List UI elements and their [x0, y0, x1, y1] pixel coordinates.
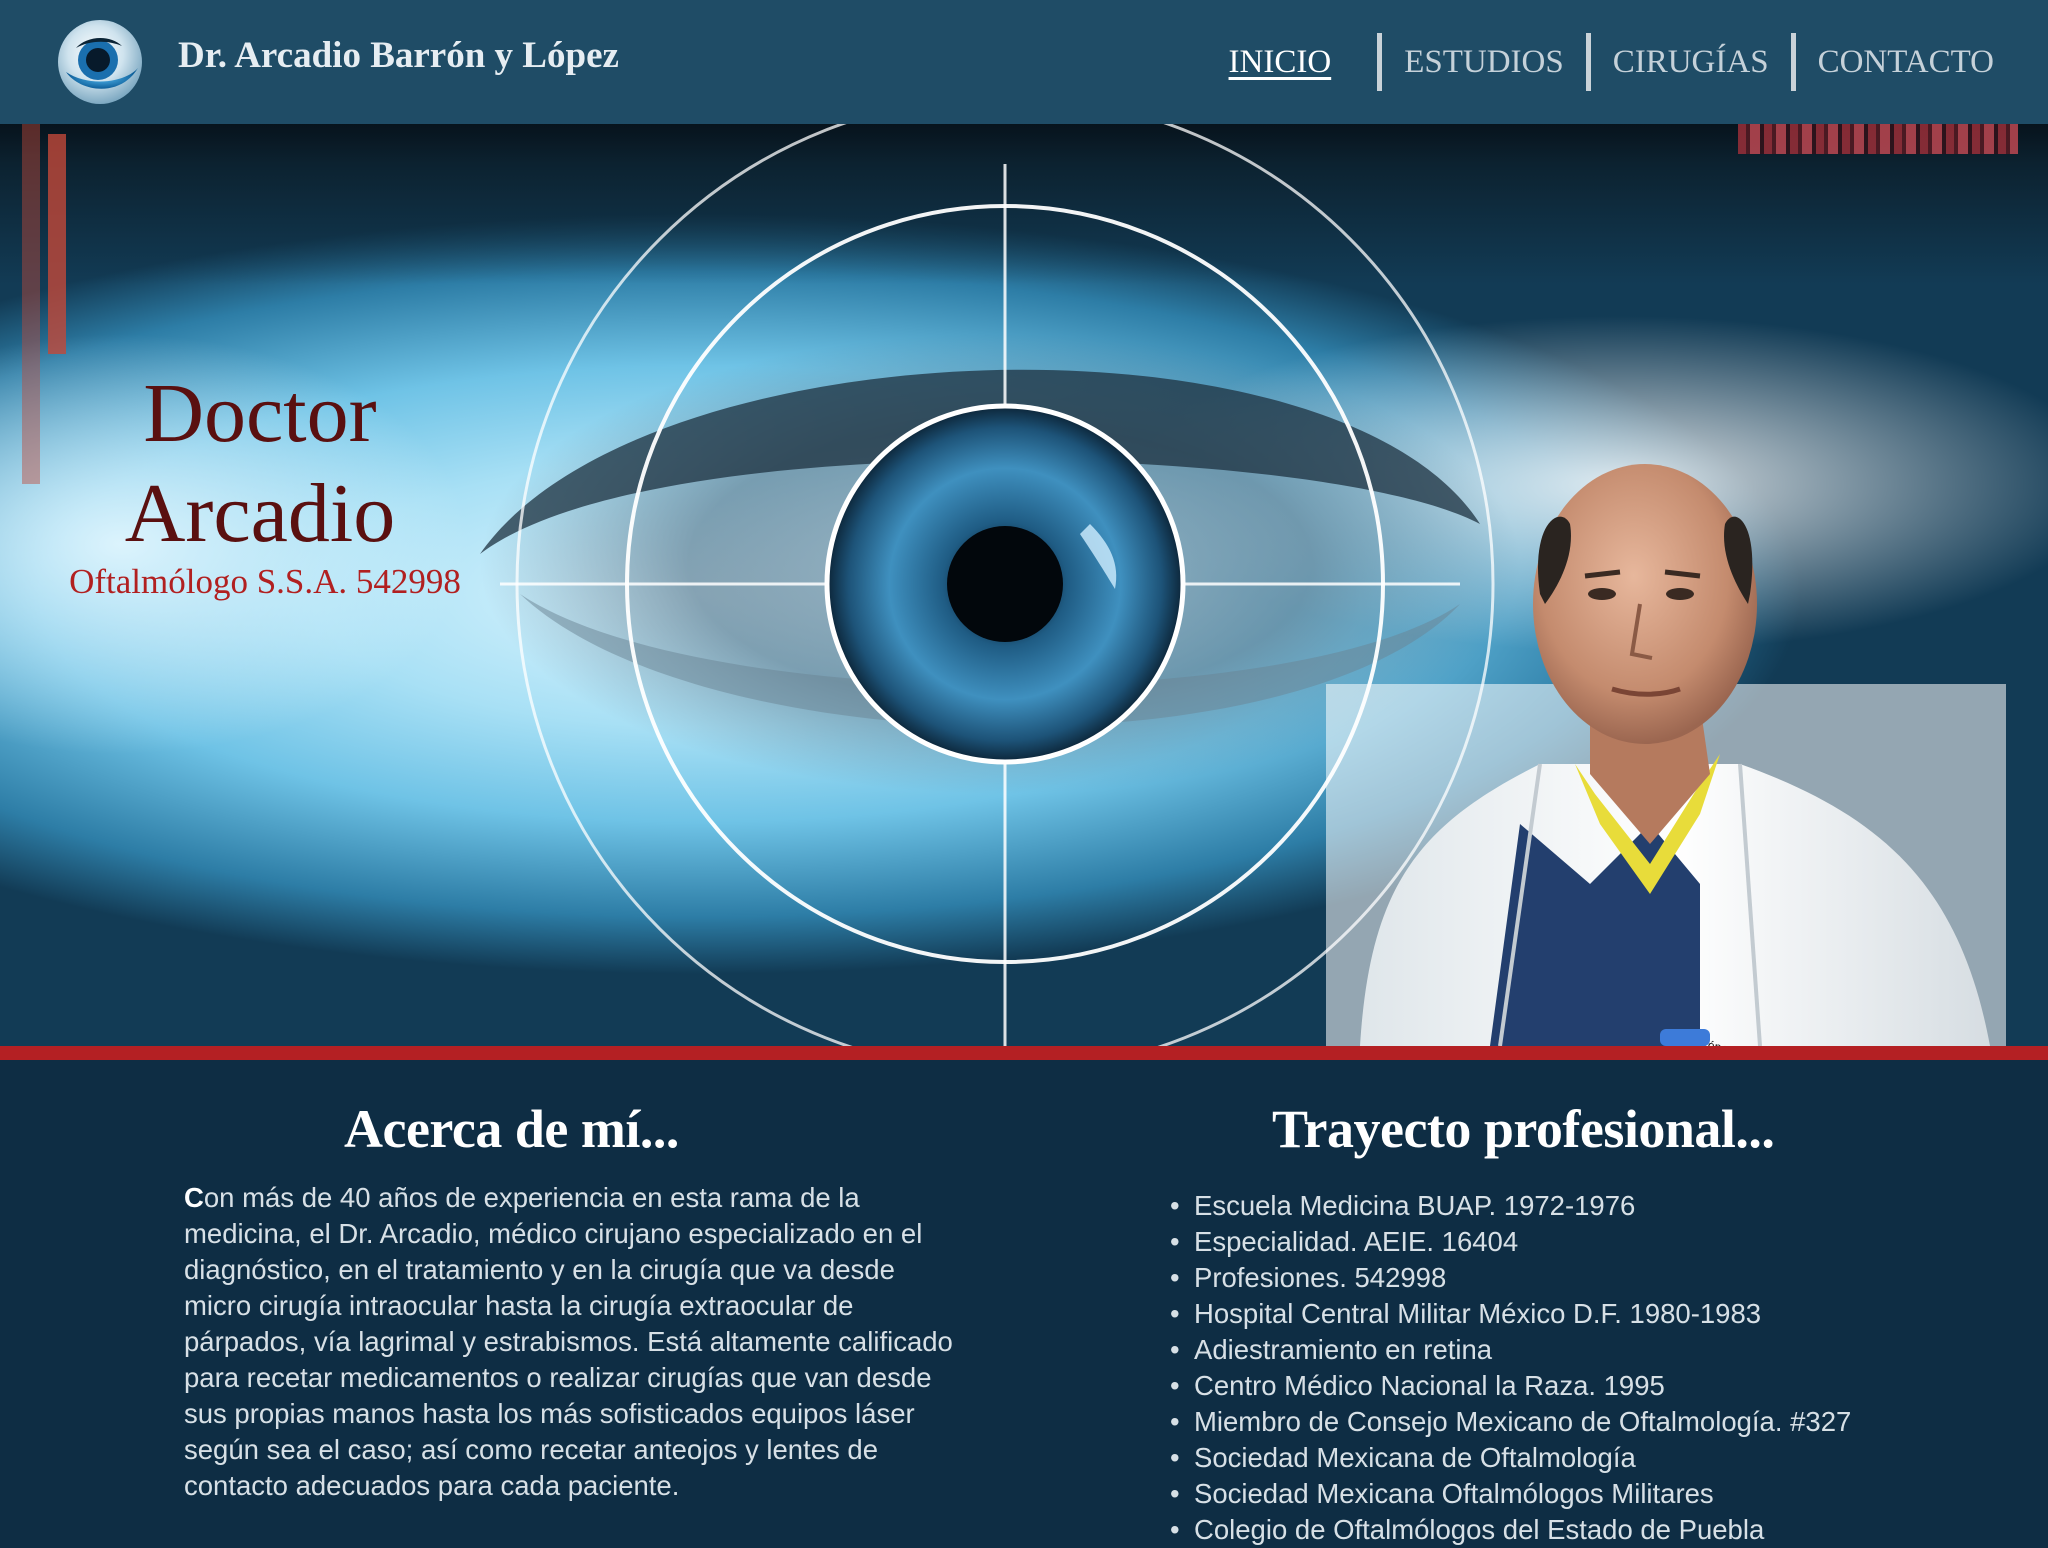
about-paragraph: Con más de 40 años de experiencia en est…	[184, 1180, 954, 1504]
about-title: Acerca de mí...	[344, 1099, 679, 1159]
hero-name-line1: Doctor	[143, 367, 377, 460]
hero-doctor-name: Doctor Arcadio	[80, 364, 440, 564]
career-item: Especialidad. AEIE. 16404	[1170, 1224, 2010, 1260]
career-item: Adiestramiento en retina	[1170, 1332, 2010, 1368]
career-item: Sociedad Mexicana de Oftalmología	[1170, 1440, 2010, 1476]
nav-cirugias[interactable]: CIRUGÍAS	[1591, 32, 1791, 92]
nav-inicio[interactable]: INICIO	[1207, 32, 1354, 92]
nav-contacto[interactable]: CONTACTO	[1796, 32, 2016, 92]
career-item: Profesiones. 542998	[1170, 1260, 2010, 1296]
about-body: on más de 40 años de experiencia en esta…	[184, 1182, 953, 1501]
career-title: Trayecto profesional...	[1272, 1099, 1775, 1159]
career-item: Centro Médico Nacional la Raza. 1995	[1170, 1368, 2010, 1404]
eye-logo-icon[interactable]	[56, 18, 144, 106]
main-nav: INICIO ESTUDIOS CIRUGÍAS CONTACTO	[1207, 32, 2016, 92]
career-item: Colegio de Oftalmólogos del Estado de Pu…	[1170, 1512, 2010, 1548]
about-dropcap: C	[184, 1182, 204, 1213]
hero-subtitle: Oftalmólogo S.S.A. 542998	[69, 562, 461, 601]
site-title[interactable]: Dr. Arcadio Barrón y López	[178, 34, 619, 77]
hero-name-line2: Arcadio	[124, 467, 396, 560]
career-item: Escuela Medicina BUAP. 1972-1976	[1170, 1188, 2010, 1224]
red-divider	[0, 1046, 2048, 1060]
nav-estudios[interactable]: ESTUDIOS	[1382, 32, 1586, 92]
career-item: Hospital Central Militar México D.F. 198…	[1170, 1296, 2010, 1332]
career-list: Escuela Medicina BUAP. 1972-1976 Especia…	[1170, 1188, 2010, 1548]
career-item: Miembro de Consejo Mexicano de Oftalmolo…	[1170, 1404, 2010, 1440]
hero-banner: Barrón yez Doctor Arcadio Oftalmólogo S.…	[0, 124, 2048, 1046]
site-header: Dr. Arcadio Barrón y López INICIO ESTUDI…	[0, 0, 2048, 124]
career-item: Sociedad Mexicana Oftalmólogos Militares	[1170, 1476, 2010, 1512]
